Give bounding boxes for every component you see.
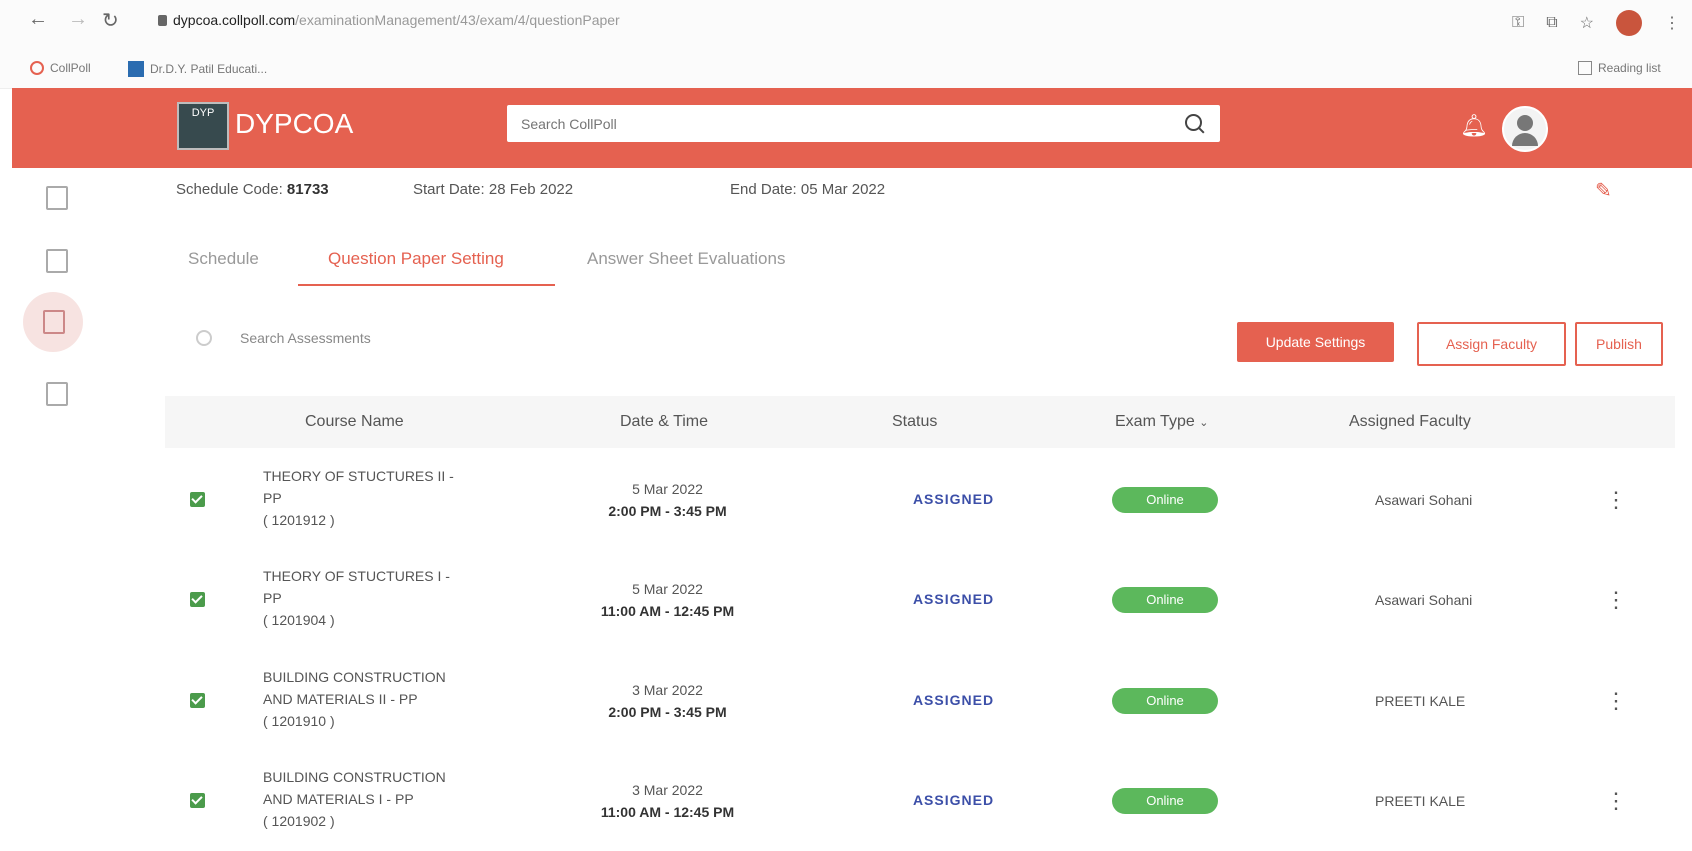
publish-button[interactable]: Publish	[1575, 322, 1663, 366]
bookmark-dypatil[interactable]: Dr.D.Y. Patil Educati...	[128, 61, 267, 77]
exam-type-pill: Online	[1112, 688, 1218, 714]
exam-type-pill: Online	[1112, 587, 1218, 613]
date-time: 5 Mar 2022 11:00 AM - 12:45 PM	[600, 581, 735, 619]
exam-type-pill: Online	[1112, 487, 1218, 513]
course-name: BUILDING CONSTRUCTION AND MATERIALS I - P…	[263, 769, 446, 829]
bell-icon[interactable]: 🔔︎	[1460, 113, 1488, 139]
tab-answer-sheet-evaluations[interactable]: Answer Sheet Evaluations	[587, 249, 785, 269]
more-options-icon[interactable]: ⋮	[1605, 688, 1627, 714]
date-time: 5 Mar 2022 2:00 PM - 3:45 PM	[608, 481, 727, 519]
table-header: Course Name Date & Time Status Exam Type…	[165, 396, 1675, 448]
sidebar-item-analytics[interactable]	[38, 180, 70, 212]
edit-icon[interactable]: ✎	[1595, 178, 1612, 203]
row-checkbox[interactable]	[190, 693, 205, 708]
tab-question-paper-setting[interactable]: Question Paper Setting	[328, 249, 504, 269]
browser-menu-icon[interactable]: ⋮	[1664, 13, 1680, 33]
avatar[interactable]	[1502, 106, 1548, 152]
share-icon[interactable]: ⧉	[1546, 14, 1557, 32]
table-row: THEORY OF STUCTURES II - PP( 1201912 ) 5 …	[165, 450, 1675, 550]
key-icon[interactable]: ⚿	[1512, 14, 1524, 32]
lock-icon	[158, 15, 167, 26]
forward-icon[interactable]: →	[68, 8, 88, 31]
exam-doc-icon	[43, 310, 65, 334]
status-badge: ASSIGNED	[912, 792, 995, 808]
sidebar	[0, 168, 100, 849]
app-header: DYP DYPCOA 🔔︎	[12, 88, 1692, 168]
table-row: BUILDING CONSTRUCTION AND MATERIALS I - P…	[165, 751, 1675, 851]
global-search	[507, 105, 1220, 142]
assign-faculty-button[interactable]: Assign Faculty	[1417, 322, 1566, 366]
bookmarks-bar: CollPoll Dr.D.Y. Patil Educati... Readin…	[0, 52, 1692, 89]
more-options-icon[interactable]: ⋮	[1605, 587, 1627, 613]
table-row: THEORY OF STUCTURES I - PP( 1201904 ) 5 M…	[165, 550, 1675, 650]
active-tab-indicator	[298, 284, 555, 286]
table-row: BUILDING CONSTRUCTION AND MATERIALS II - …	[165, 651, 1675, 751]
col-exam-type[interactable]: Exam Type ⌄	[1115, 413, 1208, 431]
browser-toolbar: ← → ↻ dypcoa.collpoll.com/examinationMan…	[0, 0, 1692, 52]
bookmark-collpoll[interactable]: CollPoll	[30, 61, 91, 75]
list-icon	[46, 249, 68, 273]
reading-list[interactable]: Reading list	[1578, 61, 1661, 75]
assigned-faculty: PREETI KALE	[1375, 793, 1466, 809]
exam-type-pill: Online	[1112, 788, 1218, 814]
chevron-down-icon: ⌄	[1199, 417, 1209, 429]
assigned-faculty: Asawari Sohani	[1375, 492, 1473, 508]
course-name: THEORY OF STUCTURES II - PP( 1201912 )	[263, 468, 454, 528]
address-bar[interactable]: dypcoa.collpoll.com/examinationManagemen…	[158, 12, 620, 28]
status-badge: ASSIGNED	[912, 591, 995, 607]
row-checkbox[interactable]	[190, 592, 205, 607]
assessment-search-placeholder: Search Assessments	[240, 330, 371, 346]
update-settings-button[interactable]: Update Settings	[1237, 322, 1394, 362]
course-name: BUILDING CONSTRUCTION AND MATERIALS II - …	[263, 669, 446, 729]
chart-doc-icon	[46, 186, 68, 210]
report-icon	[46, 382, 68, 406]
status-badge: ASSIGNED	[912, 491, 995, 507]
search-icon	[196, 330, 212, 346]
reload-icon[interactable]: ↻	[102, 8, 119, 33]
schedule-code: Schedule Code: 81733	[176, 181, 329, 198]
back-icon[interactable]: ←	[28, 8, 48, 31]
col-assigned-faculty: Assigned Faculty	[1349, 413, 1471, 430]
global-search-input[interactable]	[507, 105, 1175, 142]
date-time: 3 Mar 2022 11:00 AM - 12:45 PM	[600, 782, 735, 820]
assigned-faculty: PREETI KALE	[1375, 693, 1466, 709]
col-status: Status	[892, 413, 938, 430]
star-icon[interactable]: ☆	[1580, 13, 1594, 33]
logo[interactable]: DYP	[177, 102, 229, 150]
app-name: DYPCOA	[235, 108, 354, 139]
course-name: THEORY OF STUCTURES I - PP( 1201904 )	[263, 568, 450, 628]
more-options-icon[interactable]: ⋮	[1605, 487, 1627, 513]
more-options-icon[interactable]: ⋮	[1605, 788, 1627, 814]
date-time: 3 Mar 2022 2:00 PM - 3:45 PM	[608, 682, 727, 720]
browser-profile-avatar[interactable]	[1616, 10, 1642, 36]
assigned-faculty: Asawari Sohani	[1375, 592, 1473, 608]
tab-schedule[interactable]: Schedule	[188, 249, 259, 269]
row-checkbox[interactable]	[190, 793, 205, 808]
start-date: Start Date: 28 Feb 2022	[413, 181, 574, 198]
collpoll-icon	[30, 61, 44, 75]
sidebar-item-reports[interactable]	[38, 376, 70, 408]
sidebar-item-list[interactable]	[38, 243, 70, 275]
row-checkbox[interactable]	[190, 492, 205, 507]
end-date: End Date: 05 Mar 2022	[730, 181, 886, 198]
col-course-name: Course Name	[305, 413, 404, 430]
col-date-time: Date & Time	[620, 413, 709, 430]
sidebar-item-exams[interactable]	[23, 292, 83, 352]
dypatil-icon	[128, 61, 144, 77]
search-icon[interactable]	[1185, 114, 1202, 131]
assessment-search[interactable]: Search Assessments	[196, 330, 371, 346]
reading-list-icon	[1578, 61, 1592, 75]
status-badge: ASSIGNED	[912, 692, 995, 708]
